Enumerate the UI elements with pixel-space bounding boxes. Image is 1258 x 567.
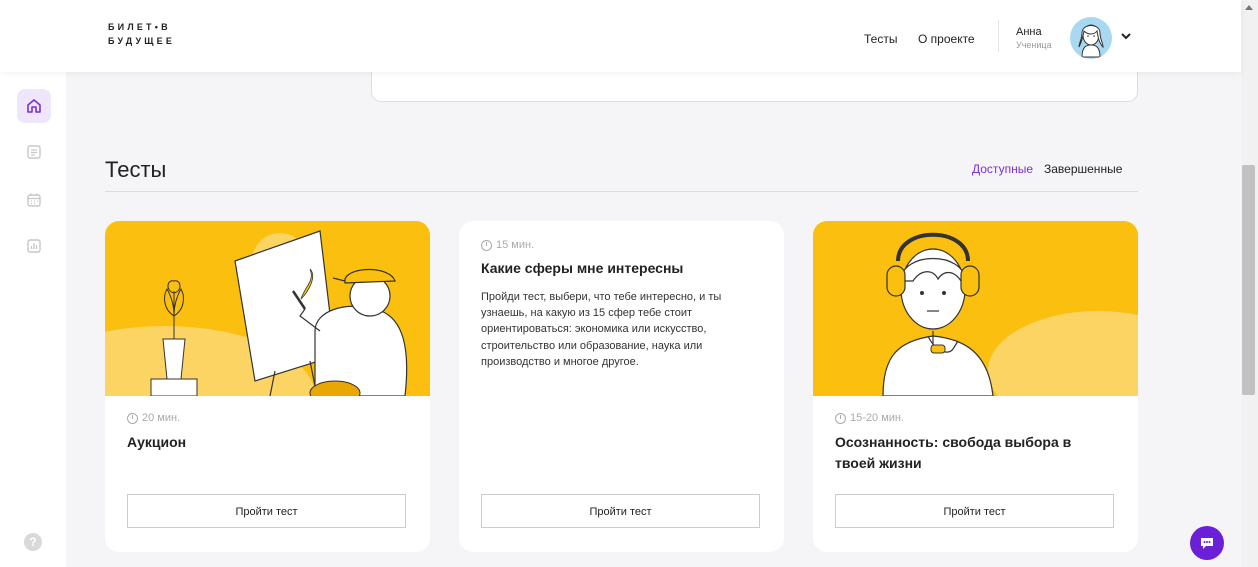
scroll-up-arrow[interactable]	[1245, 5, 1253, 10]
card-description: Пройди тест, выбери, что тебе интересно,…	[481, 291, 722, 368]
duration-text: 15 мин.	[496, 239, 535, 251]
home-icon	[27, 99, 41, 113]
section-divider	[105, 191, 1138, 192]
logo-line1: БИЛЕТ•В	[108, 22, 171, 32]
scroll-thumb[interactable]	[1242, 165, 1255, 395]
duration: 20 мин.	[127, 412, 180, 424]
sidebar	[0, 72, 66, 567]
test-card-interests[interactable]: 15 мин. Какие сферы мне интересны Пройди…	[459, 221, 784, 552]
clock-icon	[127, 412, 138, 424]
card-title: Какие сферы мне интересны	[481, 260, 684, 276]
filter-available[interactable]: Доступные	[972, 162, 1033, 176]
sidebar-item-stats[interactable]	[17, 229, 51, 263]
header-divider	[998, 20, 999, 52]
card-title: Аукцион	[127, 434, 187, 450]
sidebar-item-list[interactable]	[17, 135, 51, 169]
chat-icon	[1201, 538, 1213, 549]
chat-button[interactable]	[1190, 526, 1224, 560]
chart-icon	[27, 239, 41, 253]
chevron-down-icon[interactable]	[1120, 30, 1132, 42]
clock-icon	[835, 412, 846, 424]
user-name[interactable]: Анна	[1016, 26, 1042, 38]
logo[interactable]: БИЛЕТ•В БУДУЩЕЕ	[108, 20, 175, 48]
calendar-icon	[27, 193, 41, 207]
header: БИЛЕТ•В БУДУЩЕЕ Тесты О проекте Анна Уче…	[0, 0, 1241, 72]
logo-line2: БУДУЩЕЕ	[108, 36, 176, 46]
section-title: Тесты	[105, 157, 167, 182]
start-test-button[interactable]: Пройти тест	[127, 494, 406, 528]
list-icon	[27, 145, 41, 159]
test-card-mindfulness[interactable]: 15-20 мин. Осознанность: свобода выбора …	[813, 221, 1138, 552]
duration: 15-20 мин.	[835, 412, 904, 424]
help-icon[interactable]: ?	[24, 533, 42, 551]
sidebar-item-home[interactable]	[17, 89, 51, 123]
sidebar-item-calendar[interactable]	[17, 183, 51, 217]
start-test-button[interactable]: Пройти тест	[835, 494, 1114, 528]
girl-illustration	[813, 221, 1138, 396]
user-role: Ученица	[1016, 40, 1052, 50]
duration-text: 15-20 мин.	[850, 412, 905, 424]
artist-illustration	[105, 221, 430, 396]
card-title: Осознанность: свобода выбора в твоей жиз…	[835, 434, 1072, 471]
clock-icon	[481, 239, 492, 251]
avatar[interactable]	[1070, 17, 1112, 59]
test-card-auction[interactable]: 20 мин. Аукцион Пройти тест	[105, 221, 430, 552]
duration: 15 мин.	[481, 239, 534, 251]
start-test-button[interactable]: Пройти тест	[481, 494, 760, 528]
nav-about[interactable]: О проекте	[918, 32, 975, 46]
nav-tests[interactable]: Тесты	[864, 32, 897, 46]
duration-text: 20 мин.	[142, 412, 181, 424]
filter-completed[interactable]: Завершенные	[1044, 162, 1122, 176]
